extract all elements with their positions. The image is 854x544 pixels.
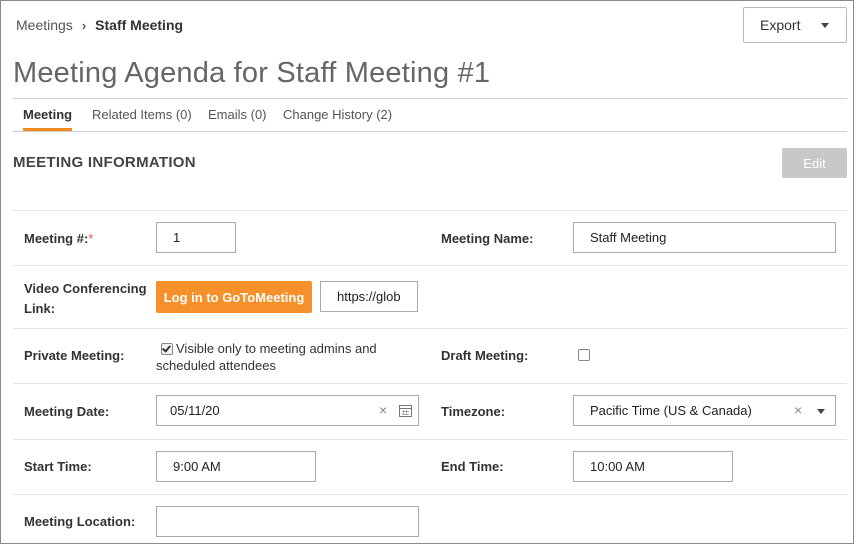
row-divider: [13, 494, 847, 495]
edit-button[interactable]: Edit: [782, 148, 847, 178]
breadcrumb-meetings-link[interactable]: Meetings: [16, 17, 73, 33]
video-conferencing-label-line1: Video Conferencing: [24, 281, 147, 296]
row-divider: [13, 383, 847, 384]
tab-meeting[interactable]: Meeting: [23, 107, 72, 122]
meeting-date-input[interactable]: 05/11/20 ×: [156, 395, 419, 426]
private-meeting-description: Visible only to meeting admins and sched…: [156, 340, 377, 374]
calendar-icon[interactable]: [399, 405, 412, 417]
tab-change-history[interactable]: Change History (2): [283, 107, 392, 122]
video-conferencing-label-line2: Link:: [24, 301, 56, 316]
end-time-label: End Time:: [441, 459, 504, 474]
tab-bar: Meeting Related Items (0) Emails (0) Cha…: [13, 99, 847, 132]
video-link-input[interactable]: https://glob: [320, 281, 418, 312]
meeting-name-input[interactable]: Staff Meeting: [573, 222, 836, 253]
meeting-name-label: Meeting Name:: [441, 231, 534, 246]
app-window: Meetings › Staff Meeting Export Meeting …: [0, 0, 854, 544]
breadcrumb-current: Staff Meeting: [95, 17, 184, 33]
caret-down-icon: [821, 23, 829, 28]
video-conferencing-label: Video Conferencing Link:: [24, 279, 147, 319]
start-time-label: Start Time:: [24, 459, 92, 474]
timezone-label: Timezone:: [441, 404, 506, 419]
timezone-value: Pacific Time (US & Canada): [590, 403, 752, 418]
row-divider: [13, 328, 847, 329]
meeting-number-label-text: Meeting #:: [24, 231, 89, 246]
caret-down-icon[interactable]: [817, 409, 825, 414]
tab-related-items[interactable]: Related Items (0): [92, 107, 192, 122]
clear-icon[interactable]: ×: [794, 402, 802, 418]
row-divider: [13, 210, 847, 211]
meeting-date-label: Meeting Date:: [24, 404, 110, 419]
meeting-date-value: 05/11/20: [170, 403, 220, 418]
active-tab-indicator: [23, 128, 72, 131]
tab-emails[interactable]: Emails (0): [208, 107, 267, 122]
meeting-location-label: Meeting Location:: [24, 514, 136, 529]
meeting-number-label: Meeting #:*: [24, 231, 93, 246]
end-time-input[interactable]: 10:00 AM: [573, 451, 733, 482]
required-indicator: *: [88, 231, 94, 246]
clear-icon[interactable]: ×: [379, 402, 387, 418]
chevron-right-icon: ›: [81, 17, 87, 33]
row-divider: [13, 265, 847, 266]
meeting-number-input[interactable]: 1: [156, 222, 236, 253]
start-time-input[interactable]: 9:00 AM: [156, 451, 316, 482]
section-title: MEETING INFORMATION: [13, 154, 196, 171]
timezone-select[interactable]: Pacific Time (US & Canada) ×: [573, 395, 836, 426]
meeting-location-input[interactable]: [156, 506, 419, 537]
gotomeeting-login-button[interactable]: Log in to GoToMeeting: [156, 281, 312, 313]
export-button-label: Export: [760, 17, 801, 33]
draft-meeting-checkbox[interactable]: [578, 349, 590, 361]
export-button[interactable]: Export: [743, 7, 847, 43]
page-title: Meeting Agenda for Staff Meeting #1: [13, 57, 491, 89]
row-divider: [13, 439, 847, 440]
draft-meeting-label: Draft Meeting:: [441, 348, 529, 363]
private-meeting-text-line1: Visible only to meeting admins and: [176, 341, 377, 356]
private-meeting-text-line2: scheduled attendees: [156, 358, 276, 373]
breadcrumb: Meetings › Staff Meeting: [16, 17, 183, 33]
private-meeting-label: Private Meeting:: [24, 348, 125, 363]
